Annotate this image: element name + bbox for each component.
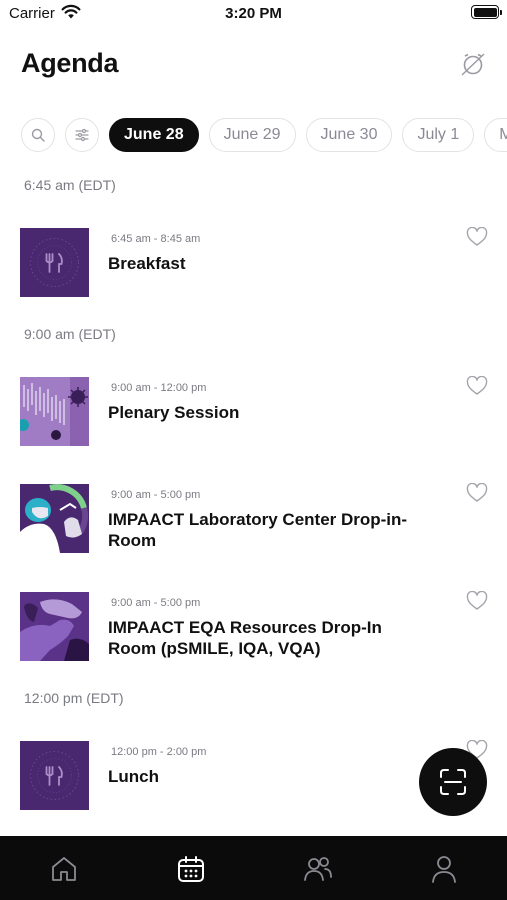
gloved-hands-image — [20, 592, 89, 661]
scan-button[interactable] — [419, 748, 487, 816]
session-thumbnail — [20, 592, 89, 661]
session-thumbnail — [20, 228, 89, 297]
session-thumbnail — [20, 484, 89, 553]
bottom-nav-bar — [0, 836, 507, 900]
time-group-header: 9:00 am (EDT) — [24, 326, 116, 342]
session-time: 9:00 am - 5:00 pm — [111, 597, 201, 609]
time-group-header: 12:00 pm (EDT) — [24, 690, 124, 706]
heart-icon[interactable] — [466, 483, 488, 503]
session-title: IMPAACT Laboratory Center Drop-in-Room — [108, 510, 408, 550]
search-icon — [31, 128, 45, 142]
date-chip-july-1[interactable]: July 1 — [402, 118, 475, 152]
sliders-icon — [75, 128, 89, 142]
session-title: Plenary Session — [108, 403, 240, 422]
session-eqa-resources[interactable]: 9:00 am - 5:00 pm IMPAACT EQA Resources … — [20, 591, 490, 662]
date-chip-next[interactable]: M — [484, 118, 507, 152]
search-button[interactable] — [21, 118, 55, 152]
clock: 3:20 PM — [225, 5, 282, 22]
session-title: IMPAACT EQA Resources Drop-In Room (pSMI… — [108, 618, 382, 658]
session-thumbnail — [20, 741, 89, 810]
scan-icon — [440, 769, 466, 795]
battery-icon — [471, 5, 502, 19]
fork-knife-icon — [20, 228, 89, 297]
date-filter-bar: June 28 June 29 June 30 July 1 M — [0, 118, 507, 154]
calendar-icon[interactable] — [176, 854, 206, 884]
profile-icon[interactable] — [429, 854, 459, 884]
alarm-clock-icon[interactable] — [459, 50, 487, 78]
session-time: 12:00 pm - 2:00 pm — [111, 746, 207, 758]
session-time: 6:45 am - 8:45 am — [111, 233, 201, 245]
session-time: 9:00 am - 12:00 pm — [111, 382, 207, 394]
filter-button[interactable] — [65, 118, 99, 152]
date-chip-june-28[interactable]: June 28 — [109, 118, 199, 152]
heart-icon[interactable] — [466, 591, 488, 611]
session-title: Lunch — [108, 767, 159, 786]
virus-image — [20, 377, 89, 446]
session-plenary[interactable]: 9:00 am - 12:00 pm Plenary Session — [20, 376, 490, 447]
date-chip-june-29[interactable]: June 29 — [208, 118, 296, 152]
session-time: 9:00 am - 5:00 pm — [111, 489, 201, 501]
status-bar: Carrier 3:20 PM — [0, 0, 507, 30]
heart-icon[interactable] — [466, 376, 488, 396]
date-chip-june-30[interactable]: June 30 — [305, 118, 393, 152]
lab-worker-image — [20, 484, 89, 553]
fork-knife-icon — [20, 741, 89, 810]
page-title: Agenda — [21, 48, 119, 78]
people-icon[interactable] — [303, 854, 333, 884]
session-thumbnail — [20, 377, 89, 446]
heart-icon[interactable] — [466, 227, 488, 247]
time-group-header: 6:45 am (EDT) — [24, 177, 116, 193]
session-breakfast[interactable]: 6:45 am - 8:45 am Breakfast — [20, 227, 490, 298]
home-icon[interactable] — [49, 854, 79, 884]
session-title: Breakfast — [108, 254, 186, 273]
session-lab-center[interactable]: 9:00 am - 5:00 pm IMPAACT Laboratory Cen… — [20, 483, 490, 554]
